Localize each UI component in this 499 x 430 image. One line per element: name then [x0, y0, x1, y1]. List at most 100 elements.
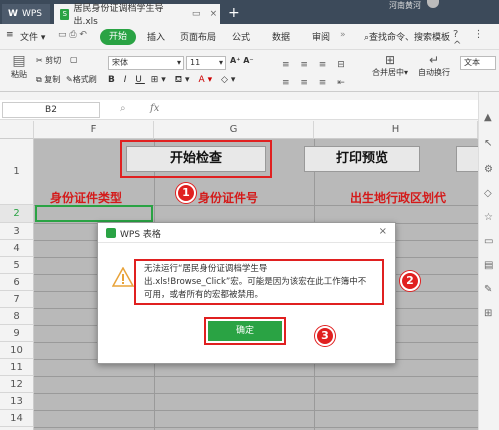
col-header-f[interactable]: F	[34, 121, 154, 139]
new-tab-button[interactable]: +	[228, 5, 240, 21]
header-id-number: 身份证件号	[198, 191, 259, 205]
app-tab[interactable]: W WPS	[2, 4, 50, 24]
menu-bar: ≡ 文件 ▾ ▭ ⎙ ↶ 开始 插入 页面布局 公式 数据 审阅 » ⌕查找命令…	[0, 24, 499, 51]
tab-review[interactable]: 审阅	[312, 30, 330, 43]
font-family-select[interactable]: 宋体 ▾	[108, 56, 184, 70]
number-format-select[interactable]: 文本	[460, 56, 496, 70]
step-badge-2: 2	[400, 271, 420, 291]
underline-icon[interactable]: U	[135, 75, 145, 85]
border-icon[interactable]: ⊞▾	[151, 75, 169, 85]
wrench-icon[interactable]: ✎	[484, 284, 492, 295]
grid-line	[34, 410, 478, 411]
right-sidebar: ▲ ↖ ⚙ ◇ ☆ ▭ ▤ ✎ ⊞	[478, 92, 499, 430]
bold-icon[interactable]: B	[108, 75, 118, 85]
command-search[interactable]: ⌕查找命令、搜索模板	[364, 30, 450, 43]
row-header-2[interactable]: 2	[0, 205, 34, 223]
row-header-4[interactable]: 4	[0, 240, 34, 257]
tab-insert[interactable]: 插入	[147, 30, 165, 43]
title-bar: W WPS S 居民身份证调档学生导出.xls ▭ × + 河南黄河	[0, 0, 499, 27]
wps-sheet-logo-icon	[106, 228, 116, 238]
hamburger-icon[interactable]: ≡	[6, 30, 14, 40]
row-header-14[interactable]: 14	[0, 410, 34, 427]
header-id-type: 身份证件类型	[50, 191, 123, 205]
tab-page-layout[interactable]: 页面布局	[180, 30, 216, 43]
panel-icon[interactable]: ▤	[484, 260, 493, 271]
star-icon[interactable]: ☆	[484, 212, 493, 223]
selected-cell[interactable]	[35, 205, 153, 222]
annotation-box-1	[120, 140, 272, 178]
file-tab[interactable]: S 居民身份证调档学生导出.xls ▭ ×	[54, 4, 220, 27]
annotation-box-3	[204, 317, 286, 345]
menu-right-icons[interactable]: ? ⋮ ^	[453, 29, 499, 51]
formula-bar: B2 ⌕ fx	[0, 100, 478, 120]
format-painter-button[interactable]: ✎格式刷	[66, 74, 97, 85]
shape-icon[interactable]: ◇	[484, 188, 492, 199]
up-arrow-icon[interactable]: ▲	[484, 112, 492, 123]
cut-button[interactable]: ✂ 剪切	[36, 55, 61, 66]
merge-icon: ⊞	[384, 53, 396, 67]
quick-access-icons[interactable]: ▭ ⎙ ↶	[58, 30, 87, 40]
avatar[interactable]	[427, 0, 439, 8]
dialog-title: WPS 表格	[120, 230, 161, 240]
fill-color-icon[interactable]: ⛾▾	[175, 75, 193, 85]
row-header-7[interactable]: 7	[0, 291, 34, 308]
spreadsheet-icon: S	[60, 8, 70, 20]
italic-icon[interactable]: I	[124, 75, 130, 85]
fx-icon[interactable]: fx	[150, 103, 159, 114]
zoom-search-icon[interactable]: ⌕	[120, 103, 126, 114]
grid-line	[34, 427, 478, 428]
app-tab-label: WPS	[21, 9, 42, 19]
row-header-5[interactable]: 5	[0, 257, 34, 274]
tab-formula[interactable]: 公式	[232, 30, 250, 43]
row-header-8[interactable]: 8	[0, 308, 34, 325]
format-row[interactable]: B I U ⊞▾ ⛾▾ A▾ ◇▾	[108, 75, 238, 86]
brush-icon: ✎	[66, 75, 73, 84]
step-badge-3: 3	[315, 326, 335, 346]
header-birth-region: 出生地行政区划代	[350, 191, 447, 205]
alignment-group[interactable]: ≡ ≡ ≡ ⊟ ≡ ≡ ≡ ⇤	[282, 56, 349, 92]
row-header-10[interactable]: 10	[0, 342, 34, 359]
ribbon: ▤ 粘贴 ✂ 剪切 ▢ ⧉ 复制 ✎格式刷 宋体 ▾ 11 ▾ A⁺ A⁻ B I …	[0, 50, 499, 92]
grow-shrink-font-icons[interactable]: A⁺ A⁻	[230, 56, 254, 65]
tab-restore-icon[interactable]: ▭	[190, 9, 203, 19]
copy-button[interactable]: ⧉ 复制	[36, 74, 60, 85]
folder-icon[interactable]: ▭	[484, 236, 493, 247]
print-preview-button[interactable]: 打印预览	[304, 146, 420, 172]
select-all-corner[interactable]	[0, 121, 34, 139]
grid-line	[34, 376, 478, 377]
row-header-6[interactable]: 6	[0, 274, 34, 291]
row-header-1[interactable]: 1	[0, 139, 34, 205]
row-header-3[interactable]: 3	[0, 223, 34, 240]
font-size-select[interactable]: 11 ▾	[186, 56, 226, 70]
grid-icon[interactable]: ⊞	[484, 308, 492, 319]
auto-wrap-button[interactable]: ↵ 自动换行	[414, 53, 454, 78]
user-name: 河南黄河	[389, 1, 421, 10]
name-box[interactable]: B2	[2, 102, 100, 118]
paste-button[interactable]: ▤ 粘贴	[6, 53, 32, 80]
row-header-11[interactable]: 11	[0, 359, 34, 376]
tab-close-icon[interactable]: ×	[207, 9, 220, 19]
wrap-icon: ↵	[428, 53, 440, 67]
scissors-icon: ✂	[36, 56, 43, 65]
grid-line	[34, 393, 478, 394]
col-header-h[interactable]: H	[314, 121, 478, 139]
step-badge-1: 1	[176, 183, 196, 203]
row-header-9[interactable]: 9	[0, 325, 34, 342]
pointer-icon[interactable]: ↖	[484, 138, 492, 149]
col-header-g[interactable]: G	[154, 121, 314, 139]
clear-icon[interactable]: ◇▾	[221, 75, 238, 85]
close-icon[interactable]: ×	[379, 226, 387, 237]
menu-file[interactable]: 文件 ▾	[20, 30, 45, 43]
row-header-13[interactable]: 13	[0, 393, 34, 410]
clone-icon[interactable]: ▢	[70, 55, 78, 64]
merge-center-button[interactable]: ⊞ 合并居中▾	[368, 53, 412, 78]
font-color-icon[interactable]: A▾	[198, 75, 215, 85]
more-tabs-icon[interactable]: »	[340, 30, 346, 40]
tune-icon[interactable]: ⚙	[484, 164, 493, 175]
tab-home[interactable]: 开始	[100, 29, 136, 45]
sheet-button-partial[interactable]	[456, 146, 478, 172]
annotation-box-2	[134, 259, 384, 305]
error-dialog: WPS 表格 × 无法运行“居民身份证调档学生导 出.xls!Browse_Cl…	[97, 222, 396, 364]
tab-data[interactable]: 数据	[272, 30, 290, 43]
row-header-12[interactable]: 12	[0, 376, 34, 393]
